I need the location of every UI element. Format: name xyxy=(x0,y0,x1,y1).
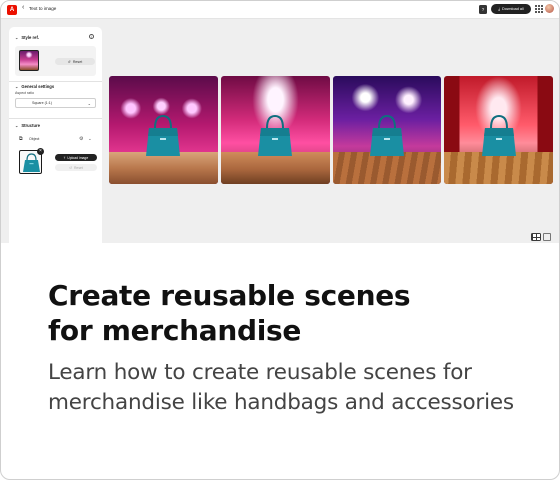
style-ref-thumbnail[interactable] xyxy=(19,50,39,71)
top-bar: A ‹ Text to image ? ⤓ Download all xyxy=(1,1,559,19)
headline-line: for merchandise xyxy=(48,314,302,347)
subheadline-line: merchandise like handbags and accessorie… xyxy=(48,390,514,415)
chevron-down-icon: ⌄ xyxy=(88,136,92,141)
help-icon[interactable]: ? xyxy=(479,5,487,14)
remove-icon[interactable]: × xyxy=(37,148,44,155)
structure-title: Structure xyxy=(21,123,40,128)
upload-icon: ⤒ xyxy=(63,155,66,160)
style-ref-card: ↺ Reset xyxy=(15,46,96,76)
style-ref-title: Style ref. xyxy=(21,35,40,40)
headline-line: Create reusable scenes xyxy=(48,279,411,312)
divider xyxy=(9,81,102,82)
chevron-down-icon: ⌄ xyxy=(15,84,19,89)
result-image[interactable] xyxy=(444,76,553,184)
single-view-icon[interactable] xyxy=(543,233,551,241)
structure-reset-button[interactable]: ↺ Reset xyxy=(55,164,97,171)
avatar[interactable] xyxy=(545,4,554,13)
generated-results xyxy=(109,76,553,184)
subheadline: Learn how to create reusable scenes for … xyxy=(48,358,554,418)
gear-icon[interactable]: ⚙ xyxy=(79,136,83,142)
aspect-ratio-value: Square (1:1) xyxy=(32,101,52,105)
handbag-image xyxy=(481,114,516,156)
result-image[interactable] xyxy=(109,76,218,184)
app-logo[interactable]: A xyxy=(7,5,17,15)
back-arrow-icon[interactable]: ‹ xyxy=(22,4,24,11)
object-label: Object xyxy=(29,137,40,141)
structure-header[interactable]: ⌄ Structure xyxy=(15,123,40,128)
download-all-button[interactable]: ⤓ Download all xyxy=(491,4,531,14)
grid-view-icon[interactable] xyxy=(531,233,541,241)
general-settings-header[interactable]: ⌄ General settings xyxy=(15,84,54,89)
app-screenshot: A ‹ Text to image ? ⤓ Download all ⌄ Sty… xyxy=(1,1,559,243)
upload-image-label: Upload image xyxy=(67,155,89,160)
aspect-ratio-label: Aspect ratio xyxy=(15,91,34,95)
headline: Create reusable scenes for merchandise xyxy=(48,278,528,348)
upload-image-button[interactable]: ⤒ Upload image xyxy=(55,154,97,161)
handbag-image xyxy=(369,114,404,156)
download-icon: ⤓ xyxy=(498,7,500,11)
handbag-image xyxy=(146,114,181,156)
breadcrumb[interactable]: Text to image xyxy=(29,6,56,11)
structure-object-select[interactable]: ⧉ Object ⚙ ⌄ xyxy=(15,135,96,144)
settings-panel: ⌄ Style ref. i ↺ Reset ⌄ General setting… xyxy=(9,27,102,243)
style-reset-label: Reset xyxy=(72,59,83,64)
object-icon: ⧉ xyxy=(19,136,23,142)
aspect-ratio-select[interactable]: Square (1:1) ⌄ xyxy=(15,98,96,108)
reset-icon: ↺ xyxy=(69,165,72,170)
info-icon[interactable]: i xyxy=(89,34,94,39)
style-ref-header[interactable]: ⌄ Style ref. xyxy=(15,35,39,40)
style-reset-button[interactable]: ↺ Reset xyxy=(55,58,95,65)
chevron-down-icon: ⌄ xyxy=(87,101,91,106)
download-all-label: Download all xyxy=(501,7,524,11)
chevron-down-icon: ⌄ xyxy=(15,123,19,128)
divider xyxy=(9,118,102,119)
result-image[interactable] xyxy=(332,76,442,184)
apps-grid-icon[interactable] xyxy=(535,5,543,13)
subheadline-line: Learn how to create reusable scenes for xyxy=(48,360,472,385)
chevron-down-icon: ⌄ xyxy=(15,35,19,40)
handbag-image xyxy=(258,114,293,156)
general-settings-title: General settings xyxy=(21,84,55,89)
reset-icon: ↺ xyxy=(67,59,71,64)
result-image[interactable] xyxy=(220,76,330,184)
structure-reset-label: Reset xyxy=(73,165,83,170)
card: A ‹ Text to image ? ⤓ Download all ⌄ Sty… xyxy=(0,0,560,480)
